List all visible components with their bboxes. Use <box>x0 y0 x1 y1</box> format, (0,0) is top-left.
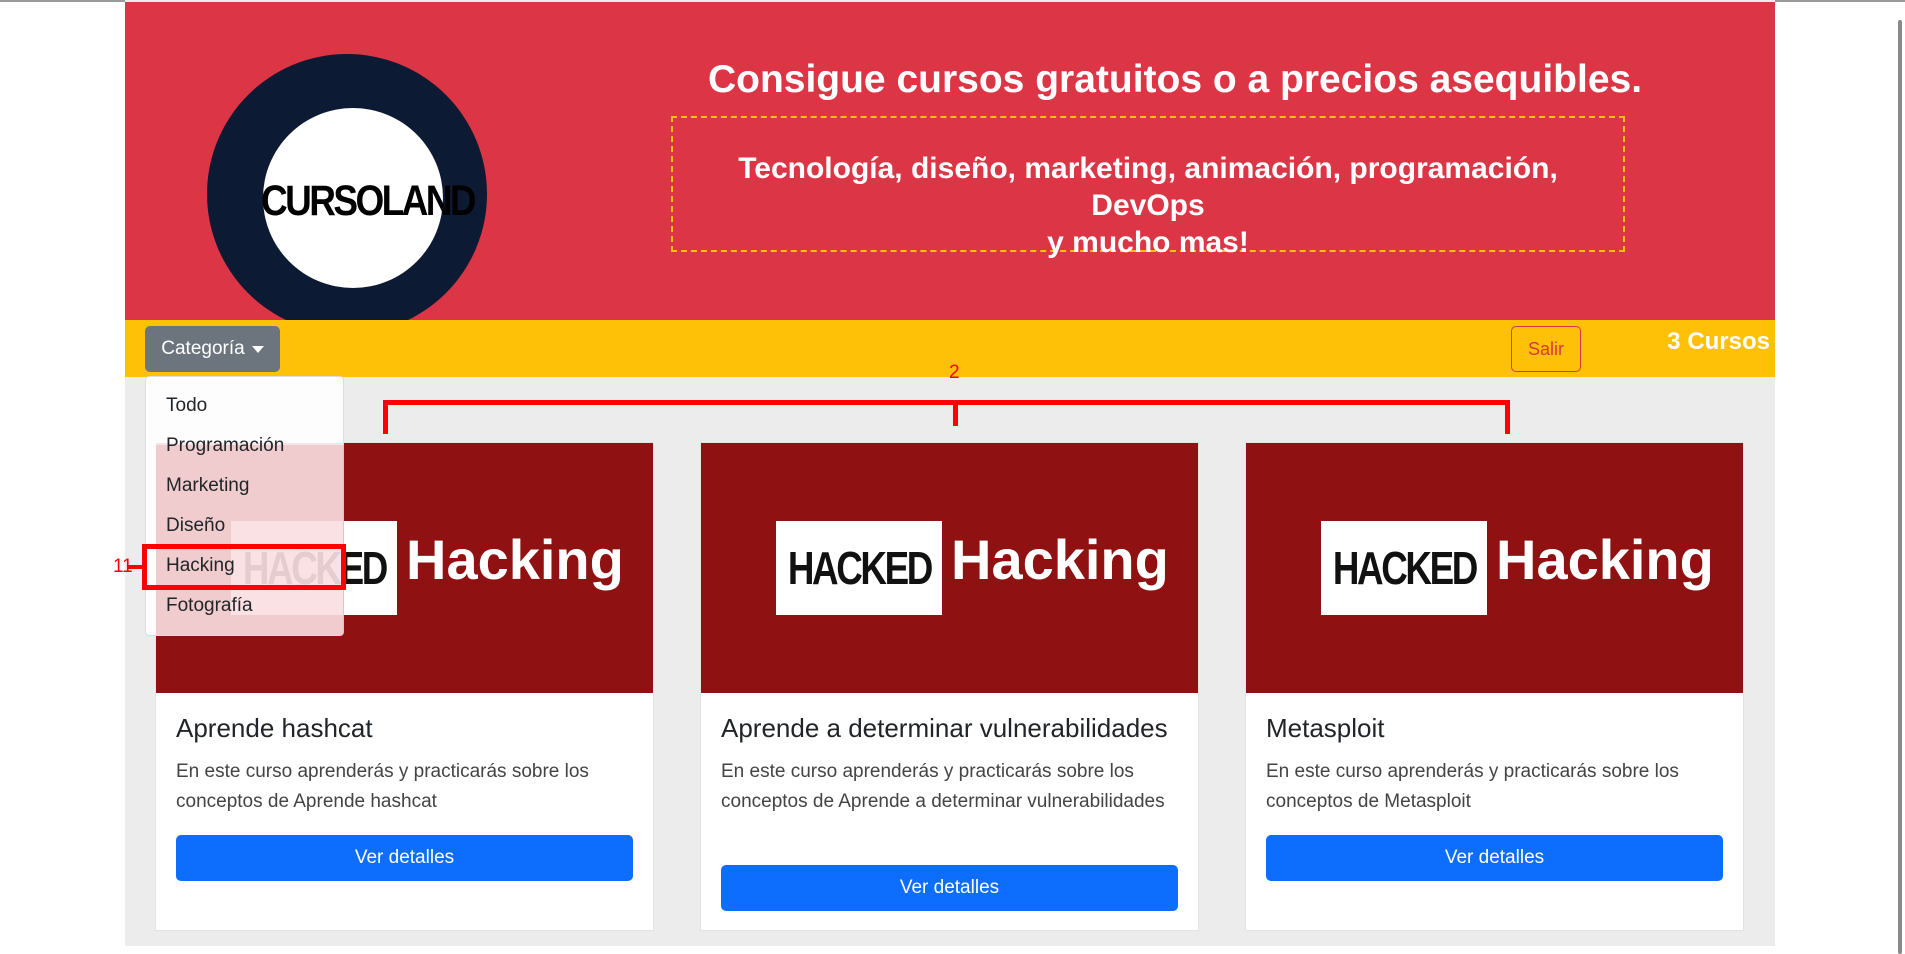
logout-button[interactable]: Salir <box>1511 326 1581 372</box>
hacked-logo: HACKED <box>776 521 942 615</box>
dropdown-item-programacion[interactable]: Programación <box>166 435 284 457</box>
hero-subtitle: Tecnología, diseño, marketing, animación… <box>703 150 1593 261</box>
course-title: Metasploit <box>1266 713 1385 743</box>
course-image[interactable]: HACKED Hacking <box>1246 443 1743 693</box>
view-details-button[interactable]: Ver detalles <box>176 835 633 881</box>
dropdown-item-diseno[interactable]: Diseño <box>166 515 225 537</box>
annotation-label-2: 2 <box>949 362 960 383</box>
hero-subtitle-line1: Tecnología, diseño, marketing, animación… <box>738 152 1558 222</box>
annotation-bracket-center-tick <box>953 400 958 426</box>
dropdown-item-marketing[interactable]: Marketing <box>166 475 249 497</box>
course-card: HACKED Hacking Aprende a determinar vuln… <box>700 442 1199 931</box>
logo-text: CURSOLAND <box>261 177 477 225</box>
annotation-bracket-right-tick <box>1505 400 1510 434</box>
category-label: Categoría <box>161 338 245 359</box>
caret-down-icon <box>251 345 264 353</box>
course-count: 3 Cursos <box>1667 328 1770 355</box>
category-dropdown-menu: Todo Programación Marketing Diseño Hacki… <box>145 376 344 636</box>
course-title: Aprende a determinar vulnerabilidades <box>721 713 1168 743</box>
course-description: En este curso aprenderás y practicarás s… <box>1266 761 1679 812</box>
course-title: Aprende hashcat <box>176 713 373 743</box>
page-container: CURSOLAND Consigue cursos gratuitos o a … <box>125 0 1775 946</box>
course-card: HACKED Hacking Metasploit En este curso … <box>1245 442 1744 931</box>
view-details-button[interactable]: Ver detalles <box>721 865 1178 911</box>
course-image-title: Hacking <box>1496 528 1714 591</box>
hero-banner: CURSOLAND Consigue cursos gratuitos o a … <box>125 2 1775 334</box>
hacked-logo-text: HACKED <box>787 542 932 594</box>
hacked-logo-text: HACKED <box>1332 542 1477 594</box>
course-image-title: Hacking <box>406 528 624 591</box>
annotation-label-11: 11 <box>113 556 133 577</box>
hacked-logo: HACKED <box>1321 521 1487 615</box>
course-image[interactable]: HACKED Hacking <box>701 443 1198 693</box>
hero-title: Consigue cursos gratuitos o a precios as… <box>707 58 1643 101</box>
course-image-title: Hacking <box>951 528 1169 591</box>
annotation-bracket-left-tick <box>383 400 388 434</box>
annotation-bracket-line <box>383 400 1510 405</box>
dropdown-item-todo[interactable]: Todo <box>166 395 207 417</box>
scrollbar-thumb[interactable] <box>1898 20 1902 954</box>
annotation-highlight-box <box>142 544 346 590</box>
hero-subtitle-box: Tecnología, diseño, marketing, animación… <box>671 116 1625 259</box>
logo: CURSOLAND <box>207 54 487 334</box>
view-details-button[interactable]: Ver detalles <box>1266 835 1723 881</box>
course-description: En este curso aprenderás y practicarás s… <box>721 761 1165 812</box>
category-dropdown-button[interactable]: Categoría <box>145 326 280 372</box>
hero-subtitle-line2: y mucho mas! <box>1047 226 1249 259</box>
scrollbar[interactable] <box>1898 0 1905 954</box>
course-description: En este curso aprenderás y practicarás s… <box>176 761 589 812</box>
dropdown-item-fotografia[interactable]: Fotografía <box>166 595 253 617</box>
